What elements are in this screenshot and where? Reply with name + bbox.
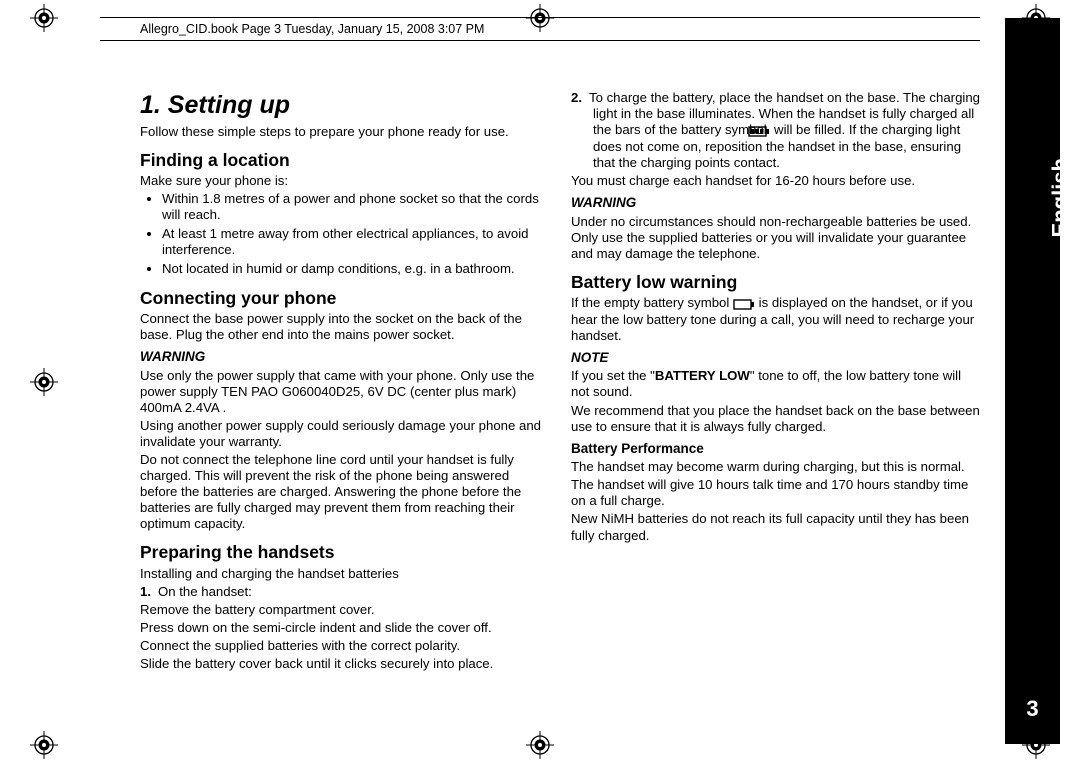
- side-page-number: 3: [1005, 696, 1060, 722]
- step-text: On the handset:: [158, 584, 252, 599]
- finding-lead: Make sure your phone is:: [140, 173, 549, 189]
- battery-performance-paragraph: The handset will give 10 hours talk time…: [571, 477, 980, 509]
- battery-low-paragraph: If the empty battery symbol is displayed…: [571, 295, 980, 344]
- warning-paragraph: Do not connect the telephone line cord u…: [140, 452, 549, 532]
- preparing-paragraph: Slide the battery cover back until it cl…: [140, 656, 549, 672]
- battery-performance-paragraph: The handset may become warm during charg…: [571, 459, 980, 475]
- battery-empty-icon: [733, 296, 755, 312]
- connecting-paragraph: Connect the base power supply into the s…: [140, 311, 549, 343]
- running-head-rule-top: [100, 17, 980, 18]
- finding-bullet-list: Within 1.8 metres of a power and phone s…: [140, 191, 549, 277]
- heading-battery-performance: Battery Performance: [571, 441, 980, 457]
- heading-finding-location: Finding a location: [140, 150, 549, 171]
- heading-preparing-handsets: Preparing the handsets: [140, 542, 549, 563]
- side-language-tab: English 3: [1005, 18, 1060, 744]
- chapter-title: 1. Setting up: [140, 90, 549, 121]
- preparing-steps-2: 2.To charge the battery, place the hands…: [571, 90, 980, 171]
- preparing-step: 2.To charge the battery, place the hands…: [571, 90, 980, 171]
- intro-paragraph: Follow these simple steps to prepare you…: [140, 124, 549, 140]
- text-part: If the empty battery symbol: [571, 295, 733, 310]
- warning-label: WARNING: [571, 195, 980, 211]
- crop-mark-mid-left: [30, 368, 58, 396]
- running-head: Allegro_CID.book Page 3 Tuesday, January…: [140, 22, 484, 36]
- preparing-after: You must charge each handset for 16-20 h…: [571, 173, 980, 189]
- finding-bullet: Within 1.8 metres of a power and phone s…: [162, 191, 549, 223]
- finding-bullet: Not located in humid or damp conditions,…: [162, 261, 549, 277]
- preparing-lead: Installing and charging the handset batt…: [140, 566, 549, 582]
- note-paragraph: If you set the "BATTERY LOW" tone to off…: [571, 368, 980, 400]
- preparing-paragraph: Connect the supplied batteries with the …: [140, 638, 549, 654]
- battery-performance-paragraph: New NiMH batteries do not reach its full…: [571, 511, 980, 543]
- warning-paragraph: Under no circumstances should non-rechar…: [571, 214, 980, 262]
- preparing-steps: 1.On the handset:: [140, 584, 549, 600]
- battery-low-setting-name: BATTERY LOW: [655, 368, 750, 383]
- preparing-paragraph: Press down on the semi-circle indent and…: [140, 620, 549, 636]
- warning-label: WARNING: [140, 349, 549, 365]
- preparing-paragraph: Remove the battery compartment cover.: [140, 602, 549, 618]
- heading-battery-low: Battery low warning: [571, 272, 980, 293]
- side-language-label: English: [1047, 158, 1073, 237]
- finding-bullet: At least 1 metre away from other electri…: [162, 226, 549, 258]
- note-label: NOTE: [571, 350, 980, 366]
- note-paragraph: We recommend that you place the handset …: [571, 403, 980, 435]
- crop-mark-top-left: [30, 4, 58, 32]
- crop-mark-bottom-left: [30, 731, 58, 759]
- preparing-step: 1.On the handset:: [140, 584, 549, 600]
- heading-connecting-phone: Connecting your phone: [140, 288, 549, 309]
- warning-paragraph: Using another power supply could serious…: [140, 418, 549, 450]
- text-part: If you set the ": [571, 368, 655, 383]
- crop-mark-mid-bottom: [526, 731, 554, 759]
- crop-mark-mid-top: [526, 4, 554, 32]
- running-head-rule-bottom: [100, 40, 980, 41]
- warning-paragraph: Use only the power supply that came with…: [140, 368, 549, 416]
- document-body: 1. Setting up Follow these simple steps …: [140, 90, 980, 733]
